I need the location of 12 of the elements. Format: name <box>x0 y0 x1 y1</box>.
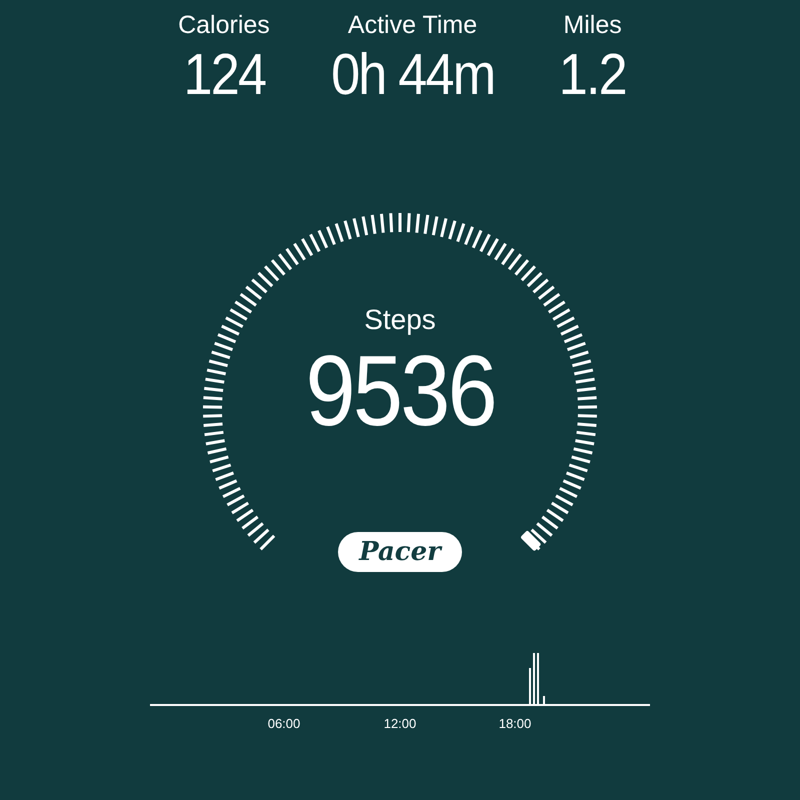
time-label: 06:00 <box>268 715 300 733</box>
pacer-logo[interactable]: Pacer <box>338 532 462 572</box>
steps-label: Steps <box>364 303 436 337</box>
time-label: 18:00 <box>498 715 532 733</box>
stat-value: 124 <box>183 41 265 109</box>
stat-value: 1.2 <box>559 41 626 109</box>
stat-label: Miles <box>563 10 622 40</box>
stat-label: Active Time <box>348 10 478 40</box>
time-label: 12:00 <box>384 715 416 733</box>
stat-value: 0h 44m <box>330 41 494 109</box>
stat-label: Calories <box>178 10 270 40</box>
steps-count: 9536 <box>305 341 495 441</box>
